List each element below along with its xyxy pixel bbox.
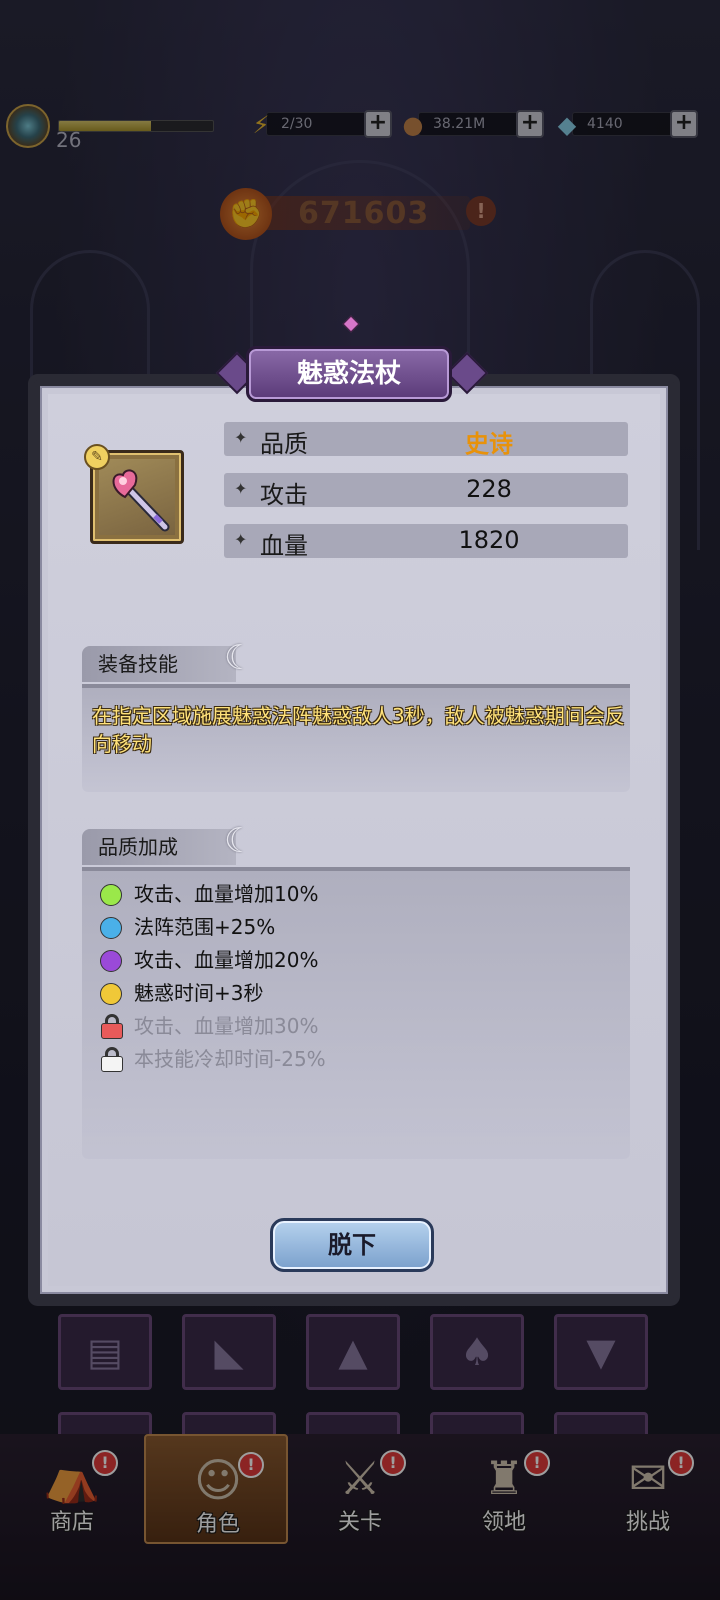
- stat-value: 史诗: [465, 430, 513, 458]
- item-badge-icon: ✎: [84, 444, 110, 470]
- stat-label: 攻击: [260, 481, 308, 509]
- stat-row-attack: ✦ 攻击 228: [224, 473, 628, 509]
- quality-dot-icon: [100, 917, 122, 939]
- lock-icon: [100, 1014, 124, 1039]
- bonus-text: 法阵范围+25%: [134, 915, 276, 939]
- stat-label: 血量: [260, 532, 308, 560]
- quality-dot-icon: [100, 983, 122, 1005]
- bonus-section-header: 品质加成 ☾: [82, 821, 630, 871]
- bonus-text: 本技能冷却时间-25%: [134, 1047, 326, 1071]
- equipment-name: 魅惑法杖: [296, 359, 401, 389]
- skill-section-header: 装备技能 ☾: [82, 638, 630, 688]
- crescent-moon-icon: ☾: [224, 821, 255, 861]
- skill-section-title: 装备技能: [82, 646, 236, 682]
- lock-body: [101, 1023, 123, 1039]
- bonus-text: 魅惑时间+3秒: [134, 981, 264, 1005]
- stat-value: 1820: [458, 526, 520, 554]
- stat-row-hp: ✦ 血量 1820: [224, 524, 628, 560]
- sparkle-icon: ✦: [234, 428, 248, 447]
- quality-dot-icon: [100, 950, 122, 972]
- bonus-text: 攻击、血量增加10%: [134, 882, 319, 906]
- stat-value: 228: [466, 475, 512, 503]
- bonus-text: 攻击、血量增加20%: [134, 948, 319, 972]
- take-off-button[interactable]: 脱下: [270, 1218, 434, 1272]
- equipment-title-plate: 魅惑法杖: [246, 346, 452, 402]
- sparkle-icon: ✦: [234, 530, 248, 549]
- item-frame-inner: [99, 459, 175, 535]
- crescent-moon-icon: ☾: [224, 638, 255, 678]
- bonus-section-title: 品质加成: [82, 829, 236, 865]
- stat-label: 品质: [260, 430, 308, 458]
- bonus-text: 攻击、血量增加30%: [134, 1014, 319, 1038]
- charm-staff-icon: [112, 469, 170, 532]
- lock-icon: [100, 1047, 124, 1072]
- sparkle-icon: ✦: [234, 479, 248, 498]
- skill-description: 在指定区域施展魅惑法阵魅惑敌人3秒，敌人被魅惑期间会反向移动: [92, 704, 625, 756]
- lock-body: [101, 1056, 123, 1072]
- stat-row-quality: ✦ 品质 史诗: [224, 422, 628, 458]
- quality-dot-icon: [100, 884, 122, 906]
